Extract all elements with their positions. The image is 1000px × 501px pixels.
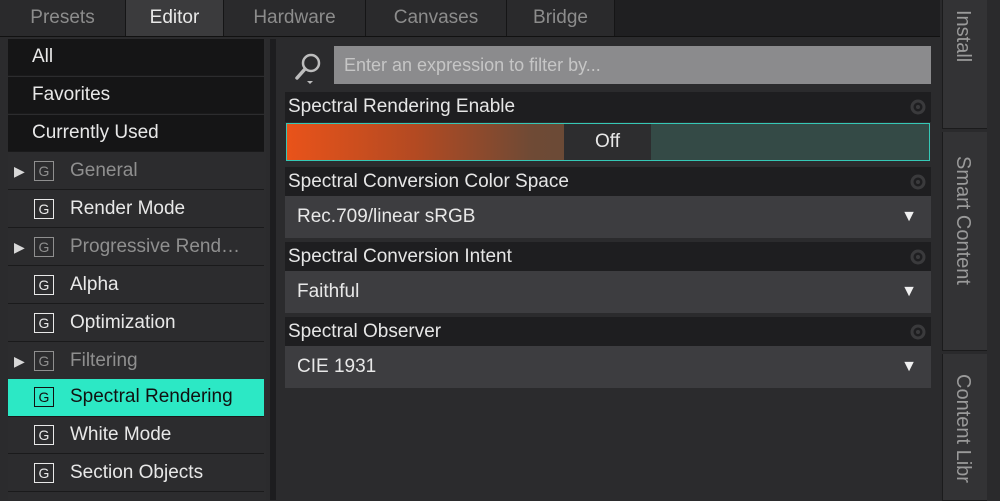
- color-space-dropdown[interactable]: Rec.709/linear sRGB ▼: [285, 196, 931, 238]
- category-label: Progressive Rend…: [70, 236, 241, 257]
- side-tab-smart-content[interactable]: Smart Content: [942, 132, 987, 351]
- dropdown-value: Faithful: [297, 281, 360, 302]
- category-white-mode[interactable]: G White Mode: [8, 417, 264, 454]
- gear-icon[interactable]: [909, 173, 927, 191]
- side-tab-content-library[interactable]: Content Libr: [942, 354, 987, 501]
- gear-icon[interactable]: [909, 98, 927, 116]
- side-tab-install[interactable]: Install: [942, 0, 987, 129]
- category-favorites[interactable]: Favorites: [8, 77, 264, 114]
- tab-canvases[interactable]: Canvases: [366, 0, 507, 36]
- category-label: Section Objects: [70, 462, 204, 483]
- group-icon: G: [34, 425, 54, 445]
- category-label: Alpha: [70, 274, 119, 295]
- group-icon: G: [34, 199, 54, 219]
- triangle-right-icon[interactable]: ▶: [14, 343, 25, 379]
- category-label: Render Mode: [70, 198, 186, 219]
- side-tab-label: Smart Content: [952, 156, 974, 285]
- side-tab-label: Content Libr: [952, 374, 974, 483]
- dropdown-value: Rec.709/linear sRGB: [297, 206, 476, 227]
- group-icon: G: [34, 351, 54, 371]
- triangle-right-icon[interactable]: ▶: [14, 153, 25, 189]
- tab-bridge[interactable]: Bridge: [507, 0, 615, 36]
- property-label-text: Spectral Conversion Intent: [288, 246, 512, 267]
- chevron-down-icon[interactable]: ▼: [901, 346, 917, 388]
- category-label: White Mode: [70, 424, 172, 445]
- group-icon: G: [34, 161, 54, 181]
- category-section-objects[interactable]: G Section Objects: [8, 455, 264, 492]
- tab-hardware[interactable]: Hardware: [224, 0, 366, 36]
- spectral-enable-label: Spectral Rendering Enable: [285, 92, 931, 122]
- group-icon: G: [34, 463, 54, 483]
- color-space-label: Spectral Conversion Color Space: [285, 167, 931, 197]
- group-icon: G: [34, 237, 54, 257]
- category-all[interactable]: All: [8, 39, 264, 76]
- property-label-text: Spectral Rendering Enable: [288, 96, 516, 117]
- category-label: Favorites: [32, 84, 111, 105]
- category-label: Filtering: [70, 350, 138, 371]
- spectral-enable-toggle[interactable]: Off: [286, 123, 930, 161]
- category-spectral-rendering[interactable]: G Spectral Rendering: [8, 379, 264, 417]
- category-label: Currently Used: [32, 122, 159, 143]
- gear-icon[interactable]: [909, 323, 927, 341]
- category-label: Spectral Rendering: [70, 386, 233, 407]
- category-label: General: [70, 160, 138, 181]
- group-icon: G: [34, 313, 54, 333]
- category-render-mode[interactable]: G Render Mode: [8, 191, 264, 228]
- observer-label: Spectral Observer: [285, 317, 931, 347]
- chevron-down-icon[interactable]: ▼: [901, 271, 917, 313]
- chevron-down-icon[interactable]: ▼: [901, 196, 917, 238]
- category-optimization[interactable]: G Optimization: [8, 305, 264, 342]
- group-icon: G: [34, 387, 54, 407]
- property-label-text: Spectral Observer: [288, 321, 442, 342]
- category-general[interactable]: ▶ G General: [8, 153, 264, 190]
- category-currently-used[interactable]: Currently Used: [8, 115, 264, 152]
- side-tab-label: Install: [952, 10, 974, 63]
- panel-splitter[interactable]: [270, 39, 276, 500]
- group-icon: G: [34, 275, 54, 295]
- category-label: Optimization: [70, 312, 176, 333]
- intent-dropdown[interactable]: Faithful ▼: [285, 271, 931, 313]
- observer-dropdown[interactable]: CIE 1931 ▼: [285, 346, 931, 388]
- toggle-thumb[interactable]: Off: [564, 124, 651, 160]
- category-filtering[interactable]: ▶ G Filtering: [8, 343, 264, 380]
- toggle-track-right: [651, 124, 929, 160]
- tab-presets[interactable]: Presets: [0, 0, 126, 36]
- category-alpha[interactable]: G Alpha: [8, 267, 264, 304]
- search-icon[interactable]: [290, 48, 328, 86]
- tab-editor[interactable]: Editor: [126, 0, 224, 36]
- top-tab-bar: Presets Editor Hardware Canvases Bridge: [0, 0, 940, 37]
- filter-search-input[interactable]: [334, 46, 931, 84]
- triangle-right-icon[interactable]: ▶: [14, 229, 25, 265]
- gear-icon[interactable]: [909, 248, 927, 266]
- dropdown-value: CIE 1931: [297, 356, 377, 377]
- intent-label: Spectral Conversion Intent: [285, 242, 931, 272]
- category-progressive-rendering[interactable]: ▶ G Progressive Rend…: [8, 229, 264, 266]
- property-label-text: Spectral Conversion Color Space: [288, 171, 569, 192]
- category-label: All: [32, 46, 54, 67]
- category-list: All Favorites Currently Used ▶ G General…: [8, 39, 266, 500]
